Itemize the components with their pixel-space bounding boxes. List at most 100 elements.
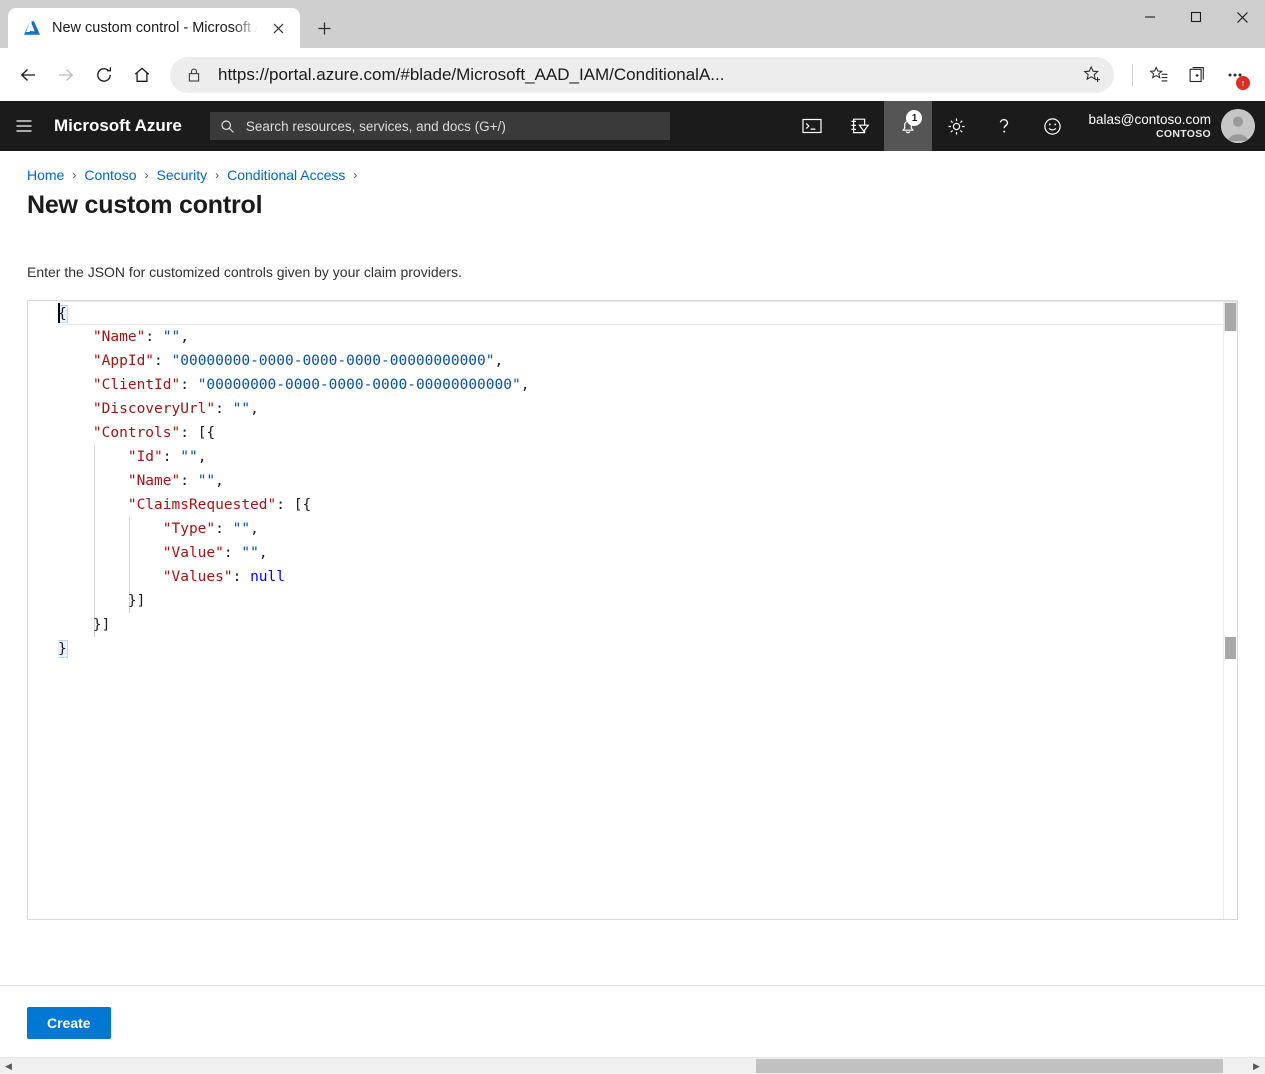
editor-line[interactable]: }: [58, 637, 1223, 661]
chevron-right-icon: ›: [215, 168, 219, 182]
editor-line[interactable]: "Id": "",: [58, 445, 1223, 469]
azure-brand-label[interactable]: Microsoft Azure: [48, 116, 192, 136]
url-input[interactable]: [216, 64, 1076, 86]
editor-line[interactable]: "Name": "",: [58, 325, 1223, 349]
json-token: null: [250, 569, 285, 585]
favorites-list-icon[interactable]: [1141, 57, 1177, 93]
minimize-button[interactable]: [1127, 0, 1173, 34]
scroll-left-arrow-icon[interactable]: ◀: [0, 1058, 17, 1074]
account-info: balas@contoso.com CONTOSO: [1088, 112, 1211, 140]
chevron-right-icon: ›: [145, 168, 149, 182]
json-token: "": [163, 329, 180, 345]
breadcrumb-item-home[interactable]: Home: [27, 167, 64, 183]
notification-count-badge: 1: [906, 110, 922, 126]
json-token: ,: [198, 449, 207, 465]
editor-line[interactable]: "Value": "",: [58, 541, 1223, 565]
address-bar[interactable]: [170, 57, 1114, 93]
chevron-right-icon: ›: [72, 168, 76, 182]
editor-line[interactable]: "Type": "",: [58, 517, 1223, 541]
scrollbar-thumb[interactable]: [756, 1059, 1224, 1073]
directories-subscriptions-icon[interactable]: [836, 101, 884, 151]
gear-icon[interactable]: [932, 101, 980, 151]
account-org: CONTOSO: [1088, 128, 1211, 140]
back-arrow-icon[interactable]: [10, 57, 46, 93]
new-tab-button[interactable]: [310, 14, 338, 42]
json-token: "00000000-0000-0000-0000-00000000000": [172, 353, 495, 369]
json-token: :: [154, 353, 171, 369]
editor-minimap[interactable]: [1223, 301, 1237, 919]
json-token: :: [180, 377, 197, 393]
json-token: "": [233, 521, 250, 537]
json-token: "": [180, 449, 197, 465]
help-question-icon[interactable]: [980, 101, 1028, 151]
editor-code-area[interactable]: { "Name": "", "AppId": "00000000-0000-00…: [58, 301, 1223, 919]
tab-title: New custom control - Microsoft Azure: [52, 20, 258, 36]
blade-header: New custom control: [0, 183, 1265, 220]
breadcrumb: Home › Contoso › Security › Conditional …: [0, 151, 1265, 183]
json-token: :: [233, 569, 250, 585]
scrollbar-track[interactable]: [17, 1058, 1248, 1074]
hamburger-icon[interactable]: [0, 101, 48, 151]
avatar[interactable]: [1221, 109, 1255, 143]
line-indent: [58, 449, 128, 465]
browser-toolbar: ↑: [0, 48, 1265, 101]
feedback-smiley-icon[interactable]: [1028, 101, 1076, 151]
search-input[interactable]: [244, 118, 662, 135]
star-add-icon[interactable]: [1076, 59, 1108, 91]
minimap-mark[interactable]: [1225, 637, 1236, 659]
bracket-match-token: }: [58, 641, 67, 657]
json-token: "Name": [93, 329, 145, 345]
azure-global-search[interactable]: [210, 112, 670, 140]
editor-line[interactable]: "ClaimsRequested": [{: [58, 493, 1223, 517]
azure-top-nav: Microsoft Azure: [0, 101, 1265, 151]
notifications-bell-icon[interactable]: 1: [884, 101, 932, 151]
editor-line[interactable]: }]: [58, 589, 1223, 613]
editor-line[interactable]: "Controls": [{: [58, 421, 1223, 445]
breadcrumb-item-contoso[interactable]: Contoso: [84, 167, 136, 183]
editor-line[interactable]: "Values": null: [58, 565, 1223, 589]
editor-line[interactable]: "Name": "",: [58, 469, 1223, 493]
editor-line[interactable]: "ClientId": "00000000-0000-0000-0000-000…: [58, 373, 1223, 397]
line-indent: [58, 497, 128, 513]
home-icon[interactable]: [124, 57, 160, 93]
cloud-shell-icon[interactable]: [788, 101, 836, 151]
maximize-button[interactable]: [1173, 0, 1219, 34]
tab-strip: New custom control - Microsoft Azure: [0, 0, 338, 48]
page-viewport: Microsoft Azure: [0, 101, 1265, 1074]
close-icon[interactable]: [264, 14, 292, 42]
azure-logo-icon: [22, 18, 42, 38]
create-button[interactable]: Create: [27, 1007, 111, 1039]
editor-line[interactable]: }]: [58, 613, 1223, 637]
json-token: }]: [128, 593, 145, 609]
json-token: ,: [215, 473, 224, 489]
collections-icon[interactable]: [1179, 57, 1215, 93]
browser-tab[interactable]: New custom control - Microsoft Azure: [8, 8, 300, 48]
editor-line[interactable]: "AppId": "00000000-0000-0000-0000-000000…: [58, 349, 1223, 373]
window-close-button[interactable]: [1219, 0, 1265, 34]
account-menu[interactable]: balas@contoso.com CONTOSO: [1076, 101, 1265, 151]
json-token: ,: [521, 377, 530, 393]
json-editor[interactable]: { "Name": "", "AppId": "00000000-0000-00…: [27, 300, 1238, 920]
breadcrumb-item-security[interactable]: Security: [157, 167, 208, 183]
breadcrumb-item-conditional-access[interactable]: Conditional Access: [227, 167, 345, 183]
forward-arrow-icon: [48, 57, 84, 93]
minimap-slider[interactable]: [1225, 303, 1236, 331]
new-custom-control-blade: Home › Contoso › Security › Conditional …: [0, 151, 1265, 1074]
json-token: :: [224, 545, 241, 561]
json-token: :: [215, 401, 232, 417]
scroll-right-arrow-icon[interactable]: ▶: [1248, 1058, 1265, 1074]
json-token: ,: [250, 401, 259, 417]
editor-line[interactable]: {: [58, 301, 1223, 325]
ellipsis-icon[interactable]: ↑: [1217, 57, 1253, 93]
blade-footer: Create: [0, 986, 1265, 1039]
editor-line[interactable]: "DiscoveryUrl": "",: [58, 397, 1223, 421]
json-token: "": [241, 545, 258, 561]
json-token: ,: [180, 329, 189, 345]
text-cursor: [58, 303, 60, 323]
line-indent: [58, 617, 93, 633]
page-horizontal-scrollbar[interactable]: ◀ ▶: [0, 1057, 1265, 1074]
json-token: "Value": [163, 545, 224, 561]
chevron-right-icon: ›: [353, 168, 357, 182]
json-token: "DiscoveryUrl": [93, 401, 215, 417]
reload-icon[interactable]: [86, 57, 122, 93]
